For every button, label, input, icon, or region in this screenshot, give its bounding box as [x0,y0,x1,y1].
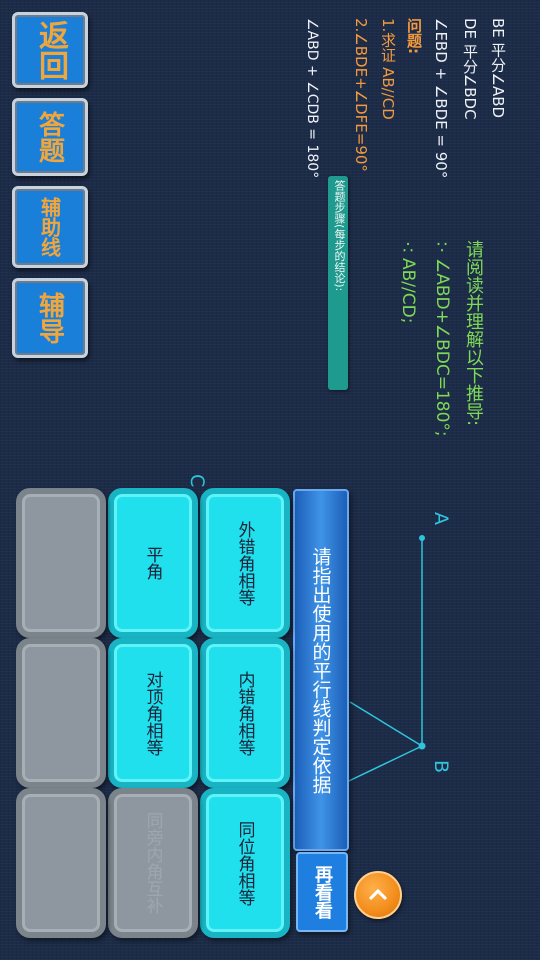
question-1: 1.求证 AB//CD [379,18,397,120]
label-b: B [430,760,452,774]
question-banner: 请指出使用的平行线判定依据 [293,489,349,851]
review-button[interactable]: 再看看 [296,852,348,932]
chevron-left-icon [369,889,387,900]
option-vertical-angles[interactable]: 对顶角相等 [108,638,198,788]
chevron-back-button[interactable] [354,871,402,919]
label-c: C [186,474,208,488]
empty-slot-3 [16,788,106,938]
step-1: ∠ABD + ∠CDB = 180° [304,18,320,179]
back-button-label: 返回 [33,20,68,80]
reasoning-line-2: ∴AB//CD; [398,238,418,324]
reasoning-prompt: 请阅读并理解以下推导: [463,240,484,427]
given-line-2: DE 平分∠BDC [461,18,479,120]
answer-button[interactable]: 答题 [12,98,88,176]
back-button[interactable]: 返回 [12,12,88,88]
option-alternate-interior[interactable]: 内错角相等 [200,638,290,788]
steps-badge-label: 答题步骤(每步的结论): [333,180,346,292]
aux-line-button[interactable]: 辅助线 [12,186,88,268]
option-co-interior: 同旁内角互补 [108,788,198,938]
guide-button-label: 辅导 [34,292,65,344]
option-label: 内错角相等 [234,670,255,756]
option-label: 平角 [142,546,163,580]
empty-slot-2 [16,638,106,788]
option-alternate-exterior[interactable]: 外错角相等 [200,488,290,638]
option-label: 同旁内角互补 [142,812,163,914]
option-label: 外错角相等 [234,520,255,606]
steps-badge: 答题步骤(每步的结论): [328,176,348,390]
answer-button-label: 答题 [34,111,65,163]
question-2: 2.∠BDE+∠DFE=90° [352,18,370,172]
reasoning-line-1: ∵∠ABD+∠BDC=180°; [432,238,452,437]
guide-button[interactable]: 辅导 [12,278,88,358]
option-label: 对顶角相等 [142,670,163,756]
point-b [418,742,426,750]
aux-line-button-label: 辅助线 [37,197,62,257]
option-straight-angle[interactable]: 平角 [108,488,198,638]
option-label: 同位角相等 [234,820,255,906]
question-heading: 问题: [405,18,423,54]
empty-slot-1 [16,488,106,638]
given-line-3: ∠EBD + ∠BDE = 90° [432,18,450,179]
review-button-label: 再看看 [312,865,333,919]
point-a [419,535,425,541]
option-corresponding[interactable]: 同位角相等 [200,788,290,938]
given-line-1: BE 平分∠ABD [489,18,507,119]
line-be [349,701,423,747]
label-a: A [430,512,452,525]
question-banner-label: 请指出使用的平行线判定依据 [309,546,332,794]
